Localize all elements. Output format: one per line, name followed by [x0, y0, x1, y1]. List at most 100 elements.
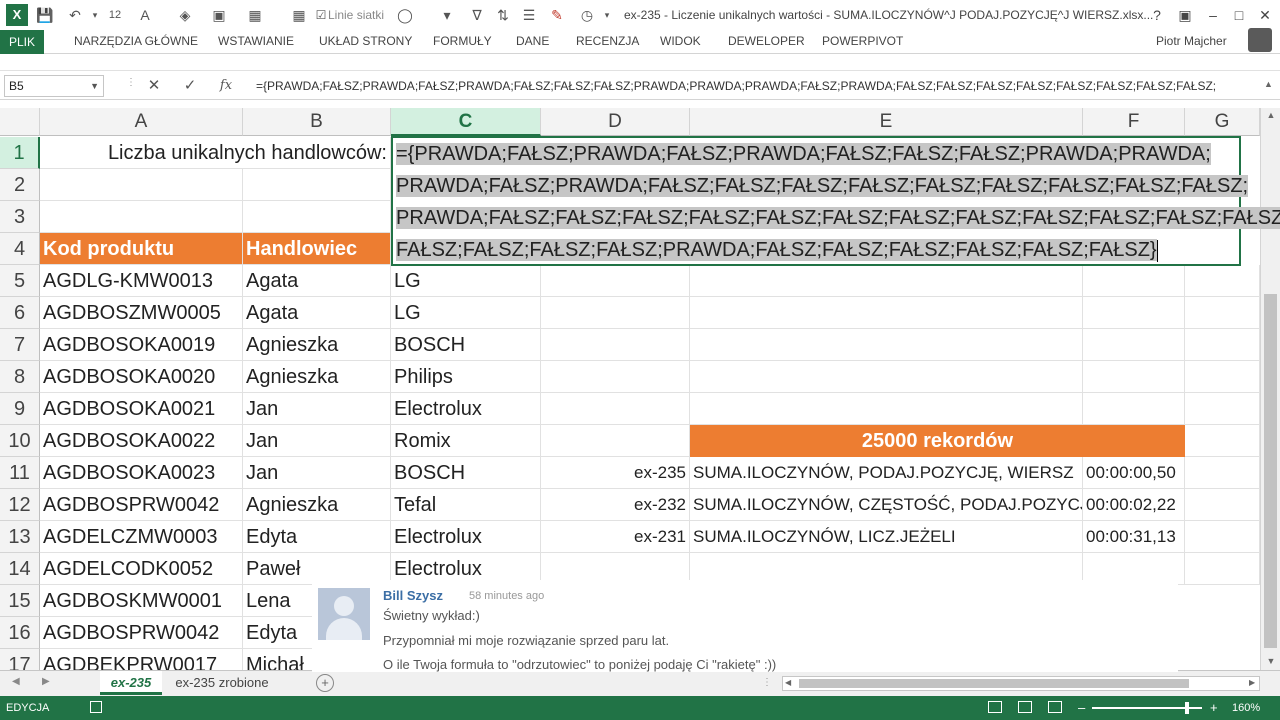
column-header-e[interactable]: E [690, 108, 1083, 136]
cell-a8[interactable]: AGDBOSOKA0020 [40, 361, 243, 393]
cell-a10[interactable]: AGDBOSOKA0022 [40, 425, 243, 457]
cell-a1[interactable]: Liczba unikalnych handlowców: [40, 137, 391, 169]
undo-dropdown-icon[interactable]: ▾ [86, 6, 104, 24]
scroll-right-icon[interactable]: ▶ [1249, 678, 1255, 687]
cell-f12[interactable]: 00:00:02,22 [1083, 489, 1185, 521]
cell-e5[interactable] [690, 265, 1083, 297]
font-color-icon[interactable]: A [136, 6, 154, 24]
horizontal-scrollbar[interactable]: ◀ ▶ [782, 676, 1260, 691]
zoom-slider-thumb[interactable] [1185, 702, 1189, 714]
expand-formula-icon[interactable]: ▲ [1264, 79, 1273, 89]
cell-a17[interactable]: AGDBEKPRW0017 [40, 649, 243, 670]
cell-e11[interactable]: SUMA.ILOCZYNÓW, PODAJ.POZYCJĘ, WIERSZ [690, 457, 1083, 489]
page-layout-view-icon[interactable] [1018, 701, 1032, 713]
row-header-7[interactable]: 7 [0, 329, 40, 361]
comment-author[interactable]: Bill Szysz [383, 588, 443, 603]
cell-f5[interactable] [1083, 265, 1185, 297]
undo-icon[interactable]: ↶ [66, 6, 84, 24]
cell-e13[interactable]: SUMA.ILOCZYNÓW, LICZ.JEŻELI [690, 521, 1083, 553]
add-sheet-icon[interactable]: + [316, 674, 334, 692]
name-box[interactable]: B5 ▼ [4, 75, 104, 97]
cell-b6[interactable]: Agata [243, 297, 391, 329]
cell-b13[interactable]: Edyta [243, 521, 391, 553]
row-header-6[interactable]: 6 [0, 297, 40, 329]
cell-f9[interactable] [1083, 393, 1185, 425]
row-header-8[interactable]: 8 [0, 361, 40, 393]
cell-a3[interactable] [40, 201, 243, 233]
cell-a11[interactable]: AGDBOSOKA0023 [40, 457, 243, 489]
cell-g10[interactable] [1185, 425, 1260, 457]
zoom-level[interactable]: 160% [1232, 696, 1260, 720]
row-header-13[interactable]: 13 [0, 521, 40, 553]
cell-d13[interactable]: ex-231 [541, 521, 690, 553]
cell-g5[interactable] [1185, 265, 1260, 297]
cell-d10[interactable] [541, 425, 690, 457]
cell-b4-header[interactable]: Handlowiec [243, 233, 391, 265]
cell-g13[interactable] [1185, 521, 1260, 553]
cell-g8[interactable] [1185, 361, 1260, 393]
cell-a12[interactable]: AGDBOSPRW0042 [40, 489, 243, 521]
row-header-14[interactable]: 14 [0, 553, 40, 585]
list-icon[interactable]: ☰ [520, 6, 538, 24]
row-header-9[interactable]: 9 [0, 393, 40, 425]
user-name[interactable]: Piotr Majcher [1156, 34, 1227, 48]
cell-c12[interactable]: Tefal [391, 489, 541, 521]
cell-a15[interactable]: AGDBOSKMW0001 [40, 585, 243, 617]
row-header-15[interactable]: 15 [0, 585, 40, 617]
tab-insert[interactable]: WSTAWIANIE [218, 34, 294, 48]
cell-c7[interactable]: BOSCH [391, 329, 541, 361]
eraser-icon[interactable]: ✎ [548, 6, 566, 24]
cell-g12[interactable] [1185, 489, 1260, 521]
cell-a2[interactable] [40, 169, 243, 201]
cell-d8[interactable] [541, 361, 690, 393]
column-header-c[interactable]: C [391, 108, 541, 136]
cell-d6[interactable] [541, 297, 690, 329]
tab-data[interactable]: DANE [516, 34, 549, 48]
cell-b12[interactable]: Agnieszka [243, 489, 391, 521]
cell-b9[interactable]: Jan [243, 393, 391, 425]
row-header-2[interactable]: 2 [0, 169, 40, 201]
cell-c8[interactable]: Philips [391, 361, 541, 393]
cell-b8[interactable]: Agnieszka [243, 361, 391, 393]
column-header-d[interactable]: D [541, 108, 690, 136]
cell-g7[interactable] [1185, 329, 1260, 361]
column-header-g[interactable]: G [1185, 108, 1260, 136]
cell-g11[interactable] [1185, 457, 1260, 489]
cancel-icon[interactable]: ✕ [142, 75, 166, 97]
normal-view-icon[interactable] [988, 701, 1002, 713]
cell-f8[interactable] [1083, 361, 1185, 393]
row-header-17[interactable]: 17 [0, 649, 40, 670]
cell-b5[interactable]: Agata [243, 265, 391, 297]
scroll-down-icon[interactable]: ▼ [1261, 656, 1280, 666]
cell-g14[interactable] [1185, 553, 1260, 585]
minimize-icon[interactable]: – [1200, 4, 1226, 26]
customize-qat-icon[interactable]: ▾ [598, 6, 616, 24]
prev-sheet-icon[interactable]: ◀ [12, 676, 20, 687]
cell-a5[interactable]: AGDLG-KMW0013 [40, 265, 243, 297]
cell-g9[interactable] [1185, 393, 1260, 425]
filter-icon[interactable]: ∇ [468, 6, 486, 24]
chevron-down-icon[interactable]: ▼ [90, 76, 99, 96]
sort-icon[interactable]: ⇅ [494, 6, 512, 24]
fill-color-icon[interactable]: ◈ [176, 6, 194, 24]
cell-style-icon[interactable]: ▣ [210, 6, 228, 24]
help-icon[interactable]: ? [1144, 4, 1170, 26]
tab-home[interactable]: NARZĘDZIA GŁÓWNE [74, 34, 198, 48]
cell-a7[interactable]: AGDBOSOKA0019 [40, 329, 243, 361]
sheet-tab-ex-235[interactable]: ex-235 [100, 671, 162, 695]
page-break-view-icon[interactable] [1048, 701, 1062, 713]
cell-b7[interactable]: Agnieszka [243, 329, 391, 361]
cell-f7[interactable] [1083, 329, 1185, 361]
formula-input[interactable]: ={PRAWDA;FAŁSZ;PRAWDA;FAŁSZ;PRAWDA;FAŁSZ… [252, 75, 1262, 97]
border-icon[interactable]: ▦ [246, 6, 264, 24]
tab-review[interactable]: RECENZJA [576, 34, 639, 48]
macro-record-icon[interactable] [90, 701, 102, 713]
cell-c13[interactable]: Electrolux [391, 521, 541, 553]
maximize-icon[interactable]: □ [1226, 4, 1252, 26]
vertical-scroll-thumb[interactable] [1264, 294, 1277, 648]
cell-a6[interactable]: AGDBOSZMW0005 [40, 297, 243, 329]
gridlines-label[interactable]: Linie siatki [328, 8, 384, 22]
tab-developer[interactable]: DEWELOPER [728, 34, 805, 48]
row-header-5[interactable]: 5 [0, 265, 40, 297]
tab-view[interactable]: WIDOK [660, 34, 701, 48]
